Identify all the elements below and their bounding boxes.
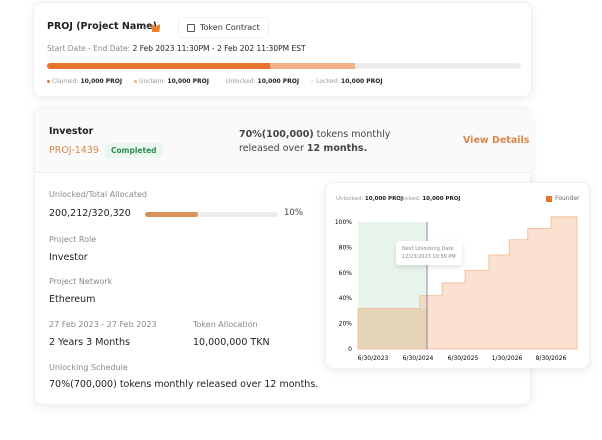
project-role-value: Investor xyxy=(49,252,88,263)
date-range-value: 2 Feb 2023 11:30PM - 2 Feb 202 11:30PM E… xyxy=(132,44,306,53)
project-role-label: Project Role xyxy=(49,235,97,244)
legend-value: 10,000 PROJ xyxy=(341,78,383,85)
y-tick-label: 60% xyxy=(339,270,353,277)
unlocked-overlap-region xyxy=(358,308,427,349)
y-tick-label: 40% xyxy=(339,295,353,302)
y-tick-label: 80% xyxy=(339,244,353,251)
status-badge: Completed xyxy=(105,143,163,158)
x-tick-label: 6/30/2024 xyxy=(403,355,434,362)
summary-duration: 12 months. xyxy=(306,143,368,154)
claimed-fill xyxy=(47,63,270,69)
project-id-link[interactable]: PROJ-1439 xyxy=(49,145,99,156)
legend-item: Locked: 10,000 PROJ xyxy=(311,78,383,85)
period-label: 27 Feb 2023 - 27 Feb 2023 xyxy=(49,320,157,329)
legend-dot xyxy=(134,80,138,83)
legend-value: 10,000 PROJ xyxy=(167,78,209,85)
summary-text-2: released over xyxy=(239,143,307,154)
legend-label: Locked: xyxy=(316,78,340,85)
date-range: Start Date - End Date: 2 Feb 2023 11:30P… xyxy=(47,44,306,53)
unlocked-progress-fill xyxy=(145,212,199,217)
y-tick-label: 0 xyxy=(348,346,352,353)
claim-legend: Claimed: 10,000 PROJ Unclaim: 10,000 PROJ… xyxy=(47,78,383,85)
x-tick-label: 6/30/2025 xyxy=(448,355,479,362)
next-unlock-tooltip: Next Unlocking Date 12/23/2023 10:59 PM xyxy=(396,241,462,265)
unlock-step-chart: 0 20% 40% 60% 80% 100% 6/30/2023 6/30/2024 6/30/… xyxy=(335,216,578,362)
project-summary-card: PROJ (Project Name) + Token Contract Sta… xyxy=(33,2,532,97)
legend-dot xyxy=(311,80,315,83)
plus-icon: + xyxy=(141,23,150,33)
unlocked-progress-bar xyxy=(145,212,278,217)
add-to-metamask-button[interactable]: + xyxy=(136,19,166,37)
legend-label: Claimed: xyxy=(52,78,79,85)
metamask-fox-icon xyxy=(151,24,161,32)
legend-value: 10,000 PROJ xyxy=(257,78,300,85)
vesting-summary: 70%(100,000) tokens monthly released ove… xyxy=(239,128,390,156)
view-details-link[interactable]: View Details xyxy=(463,135,529,146)
token-allocation-value: 10,000,000 TKN xyxy=(193,337,270,348)
unlocking-schedule-value: 70%(700,000) tokens monthly released ove… xyxy=(49,379,319,390)
legend-value: 10,000 PROJ xyxy=(80,78,123,85)
unclaimed-fill xyxy=(269,63,356,69)
legend-label: Unclaim: xyxy=(139,78,166,85)
token-allocation-label: Token Allocation xyxy=(193,320,258,329)
unlocked-value: 200,212/320,320 xyxy=(49,208,131,219)
legend-item: Unclaim: 10,000 PROJ xyxy=(134,78,209,85)
external-link-icon xyxy=(187,23,195,32)
legend-label: Unlocked: xyxy=(225,78,256,85)
unlocked-percent: 10% xyxy=(284,208,303,218)
claim-progress-bar xyxy=(47,63,521,69)
legend-item: Unlocked: 10,000 PROJ xyxy=(220,78,300,85)
date-range-label: Start Date - End Date: xyxy=(47,44,131,53)
token-contract-button[interactable]: Token Contract xyxy=(178,17,269,38)
legend-item: Claimed: 10,000 PROJ xyxy=(47,78,122,85)
project-network-value: Ethereum xyxy=(49,294,96,305)
y-tick-label: 100% xyxy=(335,219,352,226)
legend-dot xyxy=(47,80,50,83)
x-tick-label: 8/30/2026 xyxy=(536,355,567,362)
period-value: 2 Years 3 Months xyxy=(49,337,130,348)
summary-amount: 70%(100,000) xyxy=(239,129,314,140)
x-tick-label: 1/30/2026 xyxy=(492,355,523,362)
role-title: Investor xyxy=(49,126,94,137)
tooltip-value: 12/23/2023 10:59 PM xyxy=(402,254,456,260)
tooltip-title: Next Unlocking Date xyxy=(402,246,454,252)
legend-dot xyxy=(220,80,224,83)
unlock-chart-card: Unlocked: 10,000 PROJ · Locked: 10,000 P… xyxy=(325,182,590,369)
project-network-label: Project Network xyxy=(49,277,113,286)
x-tick-label: 6/30/2023 xyxy=(358,355,389,362)
summary-text: tokens monthly xyxy=(313,129,391,140)
unlocking-schedule-label: Unlocking Schedule xyxy=(49,363,128,372)
y-tick-label: 20% xyxy=(339,321,353,328)
token-contract-label: Token Contract xyxy=(200,23,260,32)
unlocked-label: Unlocked/Total Allocated xyxy=(49,190,147,199)
